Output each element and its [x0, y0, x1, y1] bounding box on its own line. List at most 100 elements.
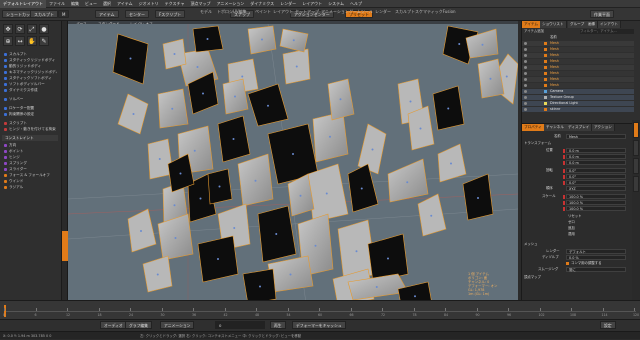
- apply-button[interactable]: 適用: [568, 232, 575, 237]
- item-list-row[interactable]: Mesh: [522, 47, 634, 52]
- zero-button[interactable]: ゼロ: [568, 220, 575, 225]
- visibility-eye-icon[interactable]: [524, 84, 527, 87]
- layout-tab[interactable]: スカルプト: [395, 9, 415, 15]
- vertex-map-section[interactable]: 頂点マップ: [524, 275, 541, 280]
- item-list-row[interactable]: Texture Group: [522, 95, 634, 100]
- mode-indicator[interactable]: M: [58, 10, 70, 18]
- render-select[interactable]: デフォルト: [566, 249, 626, 254]
- transform-section[interactable]: トランスフォーム: [524, 141, 551, 146]
- panel-section-header[interactable]: コンストレイント: [2, 135, 58, 141]
- tab-shading[interactable]: ショウリスト: [540, 21, 567, 28]
- sphere-icon[interactable]: ●: [39, 24, 49, 34]
- filter-field[interactable]: フィルター、アイテム...: [580, 29, 634, 34]
- dissolve-field[interactable]: 0.0 %: [566, 255, 626, 260]
- visibility-eye-icon[interactable]: [524, 72, 527, 75]
- menu-item[interactable]: ヘルプ: [347, 0, 365, 8]
- menu-item[interactable]: レイアウト: [299, 0, 325, 8]
- scale-icon[interactable]: ⤢: [27, 24, 37, 34]
- item-list-row[interactable]: Camera: [522, 89, 634, 94]
- visibility-eye-icon[interactable]: [524, 90, 527, 93]
- layout-tab[interactable]: ゲームツール: [349, 9, 373, 15]
- position-z-field[interactable]: 0.0 m: [566, 160, 626, 165]
- menu-item[interactable]: ジオメトリ: [136, 0, 162, 8]
- item-list-row[interactable]: Mesh: [522, 41, 634, 46]
- add-button[interactable]: 追加: [568, 226, 575, 231]
- item-list-row[interactable]: Mesh: [522, 53, 634, 58]
- reset-button[interactable]: リセット: [568, 214, 582, 219]
- work-plane-button[interactable]: 作業平面: [590, 10, 614, 18]
- timeline[interactable]: 0 6 12 18 24 30 36 42 48 54 60 66 72 78 84 90 96 102 108 11…: [0, 300, 640, 319]
- transform-icon[interactable]: ⊕: [3, 36, 13, 46]
- menu-item[interactable]: ファイル: [46, 0, 68, 8]
- item-list-row[interactable]: skinnr: [522, 107, 634, 112]
- side-tab-channels[interactable]: [633, 140, 639, 156]
- frame-field[interactable]: 0: [215, 321, 265, 329]
- menu-item[interactable]: ビュー: [82, 0, 100, 8]
- side-tab-display[interactable]: [633, 158, 639, 174]
- smoothing-select[interactable]: 常に: [566, 267, 626, 272]
- mesh-fragment[interactable]: [307, 163, 349, 223]
- rotate-icon[interactable]: ⟳: [15, 24, 25, 34]
- cache-deformers-button[interactable]: デフォーマーをキャッシュ: [292, 321, 346, 329]
- menu-item[interactable]: レンダー: [277, 0, 299, 8]
- layout-tab[interactable]: UV編集: [233, 9, 247, 15]
- tab-display[interactable]: ディスプレイ: [566, 124, 593, 131]
- tab-channels[interactable]: チャンネル: [544, 124, 567, 131]
- rotation-z-field[interactable]: 0.0°: [566, 180, 626, 185]
- visibility-eye-icon[interactable]: [524, 108, 527, 111]
- play-button[interactable]: 再生: [270, 321, 286, 329]
- menu-item[interactable]: 選択: [100, 0, 114, 8]
- animation-select[interactable]: アニメーション: [160, 321, 195, 329]
- layout-tab[interactable]: セットアップ: [295, 9, 319, 15]
- action-center-button[interactable]: センター: [125, 10, 149, 18]
- visibility-eye-icon[interactable]: [524, 54, 527, 57]
- name-field[interactable]: Mesh: [566, 134, 626, 139]
- mesh-fragment[interactable]: [417, 193, 447, 237]
- tool-button[interactable]: ソルバー: [3, 96, 57, 102]
- side-tab-properties[interactable]: [633, 122, 639, 138]
- tab-actions[interactable]: アクション: [592, 124, 615, 131]
- select-items-button[interactable]: アイテム: [95, 10, 119, 18]
- mesh-section[interactable]: メッシュ: [524, 242, 538, 247]
- menu-item[interactable]: 頂点マップ: [187, 0, 213, 8]
- layout-tab[interactable]: レイアウト: [273, 9, 293, 15]
- menu-item[interactable]: アニメーション: [213, 0, 247, 8]
- position-x-field[interactable]: 0.0 m: [566, 148, 626, 153]
- menu-item[interactable]: テクスチャ: [162, 0, 188, 8]
- settings-button[interactable]: 設定: [600, 321, 616, 329]
- layout-tab[interactable]: アニメーション: [321, 9, 349, 15]
- position-y-field[interactable]: 0.0 m: [566, 154, 626, 159]
- item-list-row[interactable]: Mesh: [522, 77, 634, 82]
- layout-tab[interactable]: トポロジ: [217, 9, 233, 15]
- mesh-fragment[interactable]: [437, 143, 467, 183]
- add-item-label[interactable]: アイテム追加: [524, 29, 564, 34]
- visibility-eye-icon[interactable]: [524, 102, 527, 105]
- graph-editor-button[interactable]: グラフ編集: [125, 321, 152, 329]
- scale-z-field[interactable]: 100.0 %: [566, 206, 626, 211]
- drag-icon[interactable]: ✋: [27, 36, 37, 46]
- render-toggle-checkbox[interactable]: [566, 262, 569, 265]
- audio-button[interactable]: オーディオ: [100, 321, 127, 329]
- side-tab-actions[interactable]: [633, 176, 639, 192]
- visibility-eye-icon[interactable]: [524, 78, 527, 81]
- layout-tab[interactable]: スケマティックFusion: [415, 9, 456, 15]
- layout-tab[interactable]: ペイント: [255, 9, 271, 15]
- rotation-y-field[interactable]: 0.0°: [566, 174, 626, 179]
- tab-items[interactable]: アイテム: [522, 21, 542, 28]
- item-list-row[interactable]: Mesh: [522, 83, 634, 88]
- item-list-row[interactable]: Mesh: [522, 59, 634, 64]
- layout-select[interactable]: デフォルトレイアウト: [0, 0, 46, 8]
- layout-tab[interactable]: レンダー: [375, 9, 391, 15]
- mesh-fragment[interactable]: [127, 208, 157, 253]
- visibility-eye-icon[interactable]: [524, 60, 527, 63]
- scale-y-field[interactable]: 100.0 %: [566, 200, 626, 205]
- menu-item[interactable]: システム: [325, 0, 347, 8]
- tool-button[interactable]: ヒンジ・動きを付けてる拘束: [3, 126, 57, 132]
- tab-images[interactable]: 画像: [586, 21, 599, 28]
- visibility-eye-icon[interactable]: [524, 48, 527, 51]
- name-column-header[interactable]: 名前: [550, 35, 557, 40]
- scene-canvas[interactable]: [68, 24, 518, 318]
- menu-item[interactable]: アイテム: [114, 0, 136, 8]
- tab-properties[interactable]: プロパティ: [522, 124, 545, 131]
- move-icon[interactable]: ✥: [3, 24, 13, 34]
